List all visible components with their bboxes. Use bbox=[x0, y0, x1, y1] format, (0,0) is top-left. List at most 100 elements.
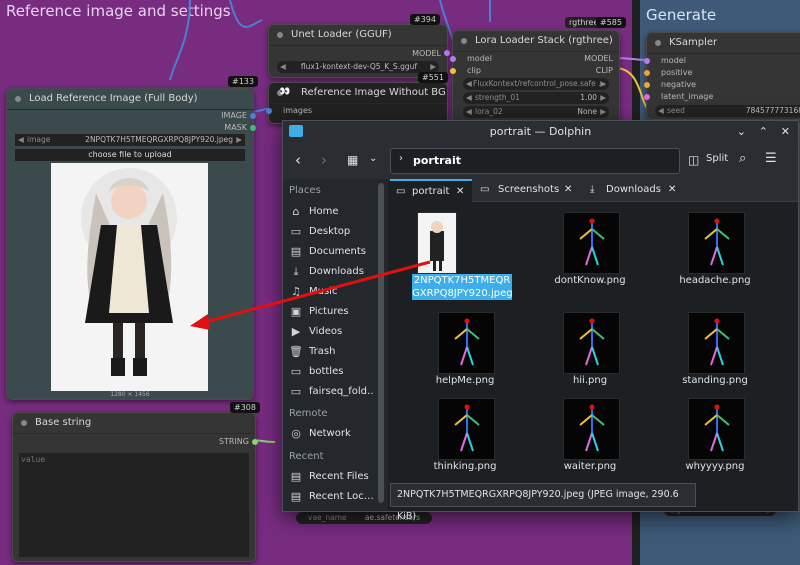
folder-app-icon bbox=[289, 125, 303, 137]
file-item[interactable]: helpMe.png bbox=[410, 312, 520, 402]
forward-icon[interactable]: › bbox=[321, 151, 327, 169]
pose-thumbnail bbox=[563, 312, 620, 374]
eye-icon[interactable]: 👀 bbox=[279, 87, 290, 97]
file-item[interactable]: waiter.png bbox=[535, 398, 645, 488]
ksampler-positive-input[interactable]: positive bbox=[661, 68, 692, 77]
image-output[interactable]: IMAGE bbox=[221, 111, 247, 120]
image-select-widget[interactable]: ◀ image 2NPQTK7H5TMEQRGXRPQ8JPY920.jpeg ▶ bbox=[15, 134, 245, 146]
base-string-textarea[interactable] bbox=[19, 453, 249, 557]
view-mode-icon[interactable]: ▦ bbox=[347, 153, 358, 167]
chevron-down-icon[interactable]: ⌄ bbox=[369, 153, 377, 164]
search-icon[interactable]: ⌕ bbox=[739, 151, 746, 166]
maximize-icon[interactable]: ⌃ bbox=[759, 121, 768, 143]
close-tab-icon[interactable]: ✕ bbox=[564, 179, 572, 201]
lora-loader-title[interactable]: Lora Loader Stack (rgthree) bbox=[453, 31, 619, 52]
mask-output-dot[interactable] bbox=[250, 125, 256, 131]
ksampler-model-input[interactable]: model bbox=[661, 56, 686, 65]
dolphin-titlebar[interactable]: portrait — Dolphin ⌄ ⌃ ✕ bbox=[283, 121, 798, 143]
ksampler-negative-dot[interactable] bbox=[644, 82, 650, 88]
ksampler-title[interactable]: KSampler bbox=[647, 33, 800, 54]
lora-clip-input[interactable]: clip bbox=[467, 66, 481, 75]
image-dimensions: 1280 × 1456 bbox=[110, 391, 150, 398]
tab-portrait[interactable]: ▭ portrait ✕ bbox=[390, 179, 472, 203]
sidebar-item-music[interactable]: ♫ Music bbox=[289, 283, 373, 301]
reference-image-preview[interactable] bbox=[51, 163, 208, 391]
split-icon[interactable]: ◫ bbox=[688, 153, 699, 167]
dolphin-window[interactable]: portrait — Dolphin ⌄ ⌃ ✕ ‹ › ▦ ⌄ › portr… bbox=[282, 120, 799, 522]
arrow-left-icon[interactable]: ◀ bbox=[280, 61, 286, 73]
lora-clip-input-dot[interactable] bbox=[450, 68, 456, 74]
close-tab-icon[interactable]: ✕ bbox=[456, 181, 464, 203]
seed-widget[interactable]: ◀ seed 784577773168 bbox=[655, 105, 800, 117]
close-tab-icon[interactable]: ✕ bbox=[668, 179, 676, 201]
file-item[interactable]: thinking.png bbox=[410, 398, 520, 488]
ref-images-input[interactable]: images bbox=[283, 106, 312, 115]
hamburger-menu-icon[interactable]: ☰ bbox=[765, 151, 777, 166]
breadcrumb[interactable]: portrait bbox=[413, 154, 461, 167]
unet-model-output[interactable]: MODEL bbox=[412, 49, 441, 58]
lora-02-widget[interactable]: ◀ lora_02 None ▶ bbox=[463, 106, 609, 118]
ksampler-latent-dot[interactable] bbox=[644, 94, 650, 100]
sidebar-item-recent-locations[interactable]: ▤ Recent Loc… bbox=[289, 488, 373, 506]
sidebar-item-home[interactable]: ⌂ Home bbox=[289, 203, 373, 221]
back-icon[interactable]: ‹ bbox=[295, 151, 301, 169]
file-item[interactable]: standing.png bbox=[660, 312, 770, 402]
mask-output[interactable]: MASK bbox=[224, 123, 247, 132]
file-view[interactable]: 2NPQTK7H5TMEQR GXRPQ8JPY920.jpeg dontKno… bbox=[390, 202, 798, 483]
sidebar-item-trash[interactable]: 🗑 Trash bbox=[289, 343, 373, 361]
location-bar[interactable]: › portrait bbox=[390, 148, 680, 174]
file-item[interactable]: headache.png bbox=[660, 212, 770, 302]
string-output-dot[interactable] bbox=[252, 439, 258, 445]
sidebar-item-fairseq[interactable]: ▭ fairseq_fold… bbox=[289, 383, 373, 401]
pose-thumbnail bbox=[438, 398, 495, 460]
trash-icon: 🗑 bbox=[289, 345, 303, 358]
ksampler-model-dot[interactable] bbox=[644, 58, 650, 64]
sidebar-scroll-thumb[interactable] bbox=[378, 183, 384, 503]
base-string-node[interactable]: Base string STRING bbox=[12, 412, 258, 562]
file-name: dontKnow.png bbox=[554, 275, 626, 286]
lora-clip-output[interactable]: CLIP bbox=[596, 66, 613, 75]
sidebar-item-bottles[interactable]: ▭ bottles bbox=[289, 363, 373, 381]
base-string-title[interactable]: Base string bbox=[13, 413, 255, 434]
file-item[interactable]: hii.png bbox=[535, 312, 645, 402]
ref-images-input-dot[interactable] bbox=[266, 108, 272, 114]
unet-model-dot[interactable] bbox=[444, 50, 450, 56]
unet-name-widget[interactable]: ◀ flux1-kontext-dev-Q5_K_S.gguf ▶ bbox=[277, 61, 439, 73]
ksampler-node[interactable]: KSampler model positive negative latent_… bbox=[644, 32, 800, 120]
sidebar-item-downloads[interactable]: ⤓ Downloads bbox=[289, 263, 373, 281]
lora-model-output[interactable]: MODEL bbox=[584, 54, 613, 63]
tab-downloads[interactable]: ⤓ Downloads ✕ bbox=[586, 179, 686, 201]
ksampler-negative-input[interactable]: negative bbox=[661, 80, 696, 89]
lora-model-input[interactable]: model bbox=[467, 54, 492, 63]
image-output-dot[interactable] bbox=[250, 113, 256, 119]
string-output[interactable]: STRING bbox=[219, 437, 249, 446]
ref-without-bg-title[interactable]: Reference Image Without BG bbox=[269, 83, 447, 104]
sidebar-item-desktop[interactable]: ▭ Desktop bbox=[289, 223, 373, 241]
sidebar-item-videos[interactable]: ▶ Videos bbox=[289, 323, 373, 341]
ksampler-latent-input[interactable]: latent_image bbox=[661, 92, 713, 101]
strength-01-widget[interactable]: ◀ strength_01 1.00 ▶ bbox=[463, 92, 609, 104]
load-reference-title[interactable]: Load Reference Image (Full Body) bbox=[7, 89, 253, 110]
sidebar-item-pictures[interactable]: ▣ Pictures bbox=[289, 303, 373, 321]
sidebar-item-documents[interactable]: ▤ Documents bbox=[289, 243, 373, 261]
lora-model-input-dot[interactable] bbox=[450, 56, 456, 62]
file-item-selected[interactable]: 2NPQTK7H5TMEQR GXRPQ8JPY920.jpeg bbox=[390, 212, 513, 302]
lora-loader-node[interactable]: Lora Loader Stack (rgthree) model clip M… bbox=[450, 30, 620, 124]
minimize-icon[interactable]: ⌄ bbox=[737, 121, 746, 143]
sidebar-item-network[interactable]: ◎ Network bbox=[289, 425, 373, 443]
tab-screenshots[interactable]: ▭ Screenshots ✕ bbox=[476, 179, 580, 201]
file-item[interactable]: whyyyy.png bbox=[660, 398, 770, 488]
file-item[interactable]: dontKnow.png bbox=[535, 212, 645, 302]
unet-loader-title[interactable]: Unet Loader (GGUF) bbox=[269, 25, 447, 46]
ksampler-positive-dot[interactable] bbox=[644, 70, 650, 76]
load-reference-image-node[interactable]: Load Reference Image (Full Body) IMAGE M… bbox=[6, 88, 256, 400]
breadcrumb-chevron-icon: › bbox=[399, 153, 403, 164]
split-button[interactable]: Split bbox=[706, 153, 728, 164]
lora-01-widget[interactable]: ◀ FluxKontext/refcontrol_pose.safe … ▶ bbox=[463, 78, 609, 90]
ref-without-bg-node[interactable]: Reference Image Without BG 👀 images bbox=[266, 82, 448, 124]
close-icon[interactable]: ✕ bbox=[781, 121, 790, 143]
choose-file-button[interactable]: choose file to upload bbox=[15, 149, 245, 161]
unet-loader-node[interactable]: Unet Loader (GGUF) MODEL ◀ flux1-kontext… bbox=[268, 24, 450, 78]
sidebar-item-recent-files[interactable]: ▤ Recent Files bbox=[289, 468, 373, 486]
recent-files-icon: ▤ bbox=[290, 470, 302, 483]
